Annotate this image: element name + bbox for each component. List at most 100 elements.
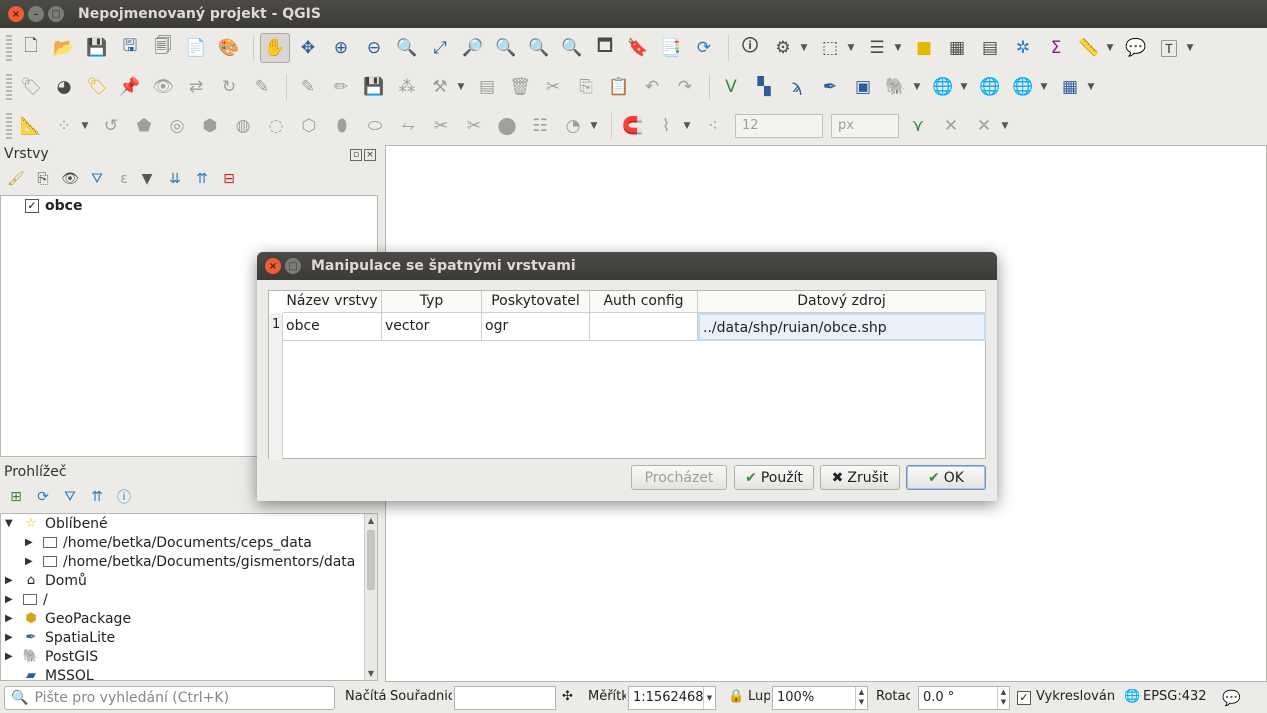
new-bookmark-icon[interactable]: 🔖 (623, 33, 653, 63)
globe-icon[interactable]: 🌐 (1124, 689, 1140, 704)
zoom-last-icon[interactable]: 🔍 (524, 33, 554, 63)
zoom-in-icon[interactable]: ⊕ (326, 33, 356, 63)
dialog-maximize-button[interactable]: □ (285, 258, 301, 274)
add-postgis-icon[interactable]: ▣ (848, 72, 878, 102)
add-delimited-text-icon[interactable]: ϡ (782, 72, 812, 102)
toggle-editing-icon[interactable]: ✏ (326, 72, 356, 102)
crs-button[interactable]: EPSG:4326 (1143, 689, 1207, 704)
chevron-down-icon[interactable]: ▼ (998, 111, 1012, 141)
current-edits-icon[interactable]: ✎ (293, 72, 323, 102)
window-minimize-button[interactable]: – (28, 6, 44, 22)
spinner-arrows-icon[interactable]: ▲ ▼ (997, 687, 1009, 709)
delete-ring-icon[interactable]: ◌ (261, 111, 291, 141)
scale-combobox[interactable]: 1:1562468 ▼ (628, 686, 716, 710)
zoom-out-icon[interactable]: ⊖ (359, 33, 389, 63)
browser-item-root[interactable]: ▶ / (5, 590, 48, 609)
scroll-thumb[interactable] (367, 530, 375, 590)
float-panel-icon[interactable]: ▫ (350, 149, 362, 161)
new-map-view-icon[interactable]: 🗖 (590, 33, 620, 63)
rotate-point-symbols-icon[interactable]: ◔ (558, 111, 588, 141)
browse-button[interactable]: Procházet (631, 465, 727, 490)
cancel-button[interactable]: ✖ Zrušit (820, 465, 900, 490)
delete-part-icon[interactable]: ⬡ (294, 111, 324, 141)
select-by-value-icon[interactable]: ☰ (862, 33, 892, 63)
snapping-units-select[interactable]: px (831, 113, 899, 138)
statistics-icon[interactable]: Σ (1041, 33, 1071, 63)
column-header-name[interactable]: Název vrstvy (283, 291, 382, 313)
split-parts-icon[interactable]: ✂ (459, 111, 489, 141)
delete-selected-icon[interactable]: 🗑 (505, 72, 535, 102)
filter-legend-icon[interactable]: ⛛ (85, 167, 109, 191)
new-raster-layer-icon[interactable]: ▚ (749, 72, 779, 102)
field-calculator-icon[interactable]: ▤ (975, 33, 1005, 63)
pin-labels-icon[interactable]: 📌 (115, 72, 145, 102)
new-vector-layer-icon[interactable]: V (716, 72, 746, 102)
browser-scrollbar[interactable]: ▲ ▼ (364, 514, 377, 680)
browser-item-spatialite[interactable]: ▶ ✒ SpatiaLite (5, 628, 115, 647)
cut-features-icon[interactable]: ✂ (538, 72, 568, 102)
highlight-pinned-labels-icon[interactable]: 🏷 (82, 72, 112, 102)
change-label-icon[interactable]: ✎ (247, 72, 277, 102)
snap-on-intersection-icon[interactable]: ✕ (969, 111, 999, 141)
add-virtual-layer-icon[interactable]: ▦ (1055, 72, 1085, 102)
add-wfs-icon[interactable]: 🌐 (975, 72, 1005, 102)
pan-to-selection-icon[interactable]: ✥ (293, 33, 323, 63)
browser-item-postgis[interactable]: ▶ 🐘 PostGIS (5, 647, 98, 666)
add-ring-icon[interactable]: ◎ (162, 111, 192, 141)
column-header-auth[interactable]: Auth config (590, 291, 698, 313)
coordinate-input[interactable] (454, 686, 556, 710)
avoid-intersections-icon[interactable]: ✕ (936, 111, 966, 141)
toggle-extents-icon[interactable]: ✣ (562, 689, 578, 704)
browser-item-favorites[interactable]: ▼ ☆ Oblíbené (5, 514, 108, 533)
info-icon[interactable]: ⓘ (112, 485, 136, 509)
chevron-down-icon[interactable]: ▼ (454, 72, 468, 102)
lock-icon[interactable]: 🔒 (728, 689, 742, 704)
rotate-feature-icon[interactable]: ↺ (96, 111, 126, 141)
attribute-table-icon[interactable]: ▦ (942, 33, 972, 63)
style-manager-icon[interactable]: 🎨 (214, 33, 244, 63)
cell-layer-name[interactable]: obce (283, 313, 382, 341)
offset-curve-icon[interactable]: ⬭ (360, 111, 390, 141)
add-wms-icon[interactable]: 🌐 (928, 72, 958, 102)
scroll-up-icon[interactable]: ▲ (365, 516, 377, 525)
chevron-down-icon[interactable]: ▼ (1103, 33, 1117, 63)
toolbar-grip[interactable] (6, 112, 12, 139)
collapse-all-icon[interactable]: ⇈ (190, 167, 214, 191)
layer-style-icon[interactable]: 🖌 (4, 167, 28, 191)
chevron-down-icon[interactable]: ▼ (1037, 72, 1051, 102)
add-mssql-icon[interactable]: 🐘 (881, 72, 911, 102)
map-tips-icon[interactable]: 💬 (1121, 33, 1151, 63)
toolbox-icon[interactable]: ✲ (1008, 33, 1038, 63)
vertex-tool-icon[interactable]: ⚒ (425, 72, 455, 102)
show-bookmarks-icon[interactable]: 📑 (656, 33, 686, 63)
collapse-all-icon[interactable]: ⇈ (85, 485, 109, 509)
chevron-down-icon[interactable]: ▼ (1183, 33, 1197, 63)
save-project-icon[interactable]: 💾 (82, 33, 112, 63)
add-point-icon[interactable]: ⁂ (392, 72, 422, 102)
window-maximize-button[interactable]: □ (48, 6, 64, 22)
snapping-tolerance-input[interactable]: 12 (735, 113, 823, 138)
browser-item-ceps-data[interactable]: ▶ /home/betka/Documents/ceps_data (25, 533, 312, 552)
manage-map-themes-icon[interactable]: 👁 (58, 167, 82, 191)
column-header-type[interactable]: Typ (382, 291, 482, 313)
diagram-icon[interactable]: ◕ (49, 72, 79, 102)
save-edits-icon[interactable]: 💾 (359, 72, 389, 102)
expanded-arrow-icon[interactable]: ▼ (5, 518, 17, 529)
measure-line-icon[interactable]: 📏 (1074, 33, 1104, 63)
column-header-provider[interactable]: Poskytovatel (482, 291, 590, 313)
layout-manager-icon[interactable]: 📄 (181, 33, 211, 63)
snapping-mode-icon[interactable]: ⌇ (651, 111, 681, 141)
cell-provider[interactable]: ogr (482, 313, 590, 341)
apply-button[interactable]: ✔ Použít (734, 465, 814, 490)
refresh-icon[interactable]: ⟳ (31, 485, 55, 509)
close-panel-icon[interactable]: × (364, 149, 376, 161)
scroll-down-icon[interactable]: ▼ (365, 669, 377, 678)
zoom-full-icon[interactable]: ⤢ (425, 33, 455, 63)
browser-item-gismentors-data[interactable]: ▶ /home/betka/Documents/gismentors/data (25, 552, 355, 571)
add-group-icon[interactable]: ⎘ (31, 167, 55, 191)
chevron-down-icon[interactable]: ▼ (891, 33, 905, 63)
deselect-icon[interactable]: ■ (909, 33, 939, 63)
ok-button[interactable]: ✔ OK (906, 465, 986, 490)
messages-icon[interactable]: 💬 (1222, 689, 1242, 707)
new-print-layout-icon[interactable]: 🗐 (148, 33, 178, 63)
